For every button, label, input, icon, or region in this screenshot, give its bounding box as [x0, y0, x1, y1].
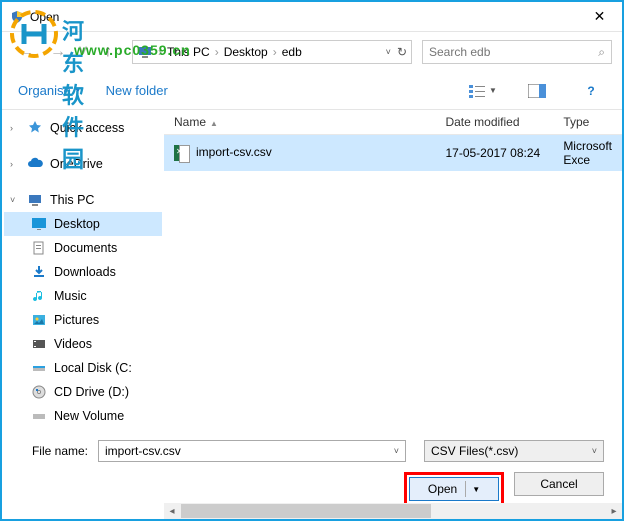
new-folder-button[interactable]: New folder [106, 83, 168, 98]
file-row[interactable]: import-csv.csv 17-05-2017 08:24 Microsof… [164, 135, 622, 172]
filetype-combobox[interactable]: CSV Files(*.csv) ˅ [424, 440, 604, 462]
help-button[interactable]: ? [576, 80, 606, 102]
pc-icon [137, 44, 153, 60]
breadcrumb-edb[interactable]: edb [282, 45, 302, 59]
tree-thispc[interactable]: ˅ This PC [4, 188, 162, 212]
file-type: Microsoft Exce [553, 135, 622, 172]
cloud-icon [26, 156, 44, 172]
scroll-right-icon[interactable]: ▸ [606, 506, 622, 517]
tree-videos[interactable]: Videos [4, 332, 162, 356]
cd-icon [30, 384, 48, 400]
breadcrumb-dropdown[interactable]: ˅ [386, 47, 391, 57]
filename-value: import-csv.csv [105, 444, 181, 458]
file-name: import-csv.csv [196, 145, 272, 159]
preview-pane-button[interactable] [522, 80, 552, 102]
close-button[interactable]: ✕ [577, 2, 622, 32]
chevron-right-icon[interactable]: › [10, 159, 13, 169]
refresh-button[interactable]: ↻ [397, 45, 407, 59]
toolbar: Organise▼ New folder ▼ ? [2, 72, 622, 110]
navbar: ← → ˅ ↑ › This PC › Desktop › edb ˅ ↻ ⌕ [2, 32, 622, 72]
tree-music[interactable]: Music [4, 284, 162, 308]
horizontal-scrollbar[interactable]: ◂ ▸ [164, 503, 622, 519]
chevron-down-icon[interactable]: ˅ [394, 446, 399, 456]
chevron-right-icon[interactable]: › [10, 123, 13, 133]
drive-icon [30, 360, 48, 376]
col-date[interactable]: Date modified [435, 110, 553, 135]
drive-icon [30, 408, 48, 424]
window-title: Open [30, 10, 577, 24]
chevron-right-icon: › [158, 45, 162, 59]
excel-file-icon [174, 145, 190, 161]
breadcrumb[interactable]: › This PC › Desktop › edb ˅ ↻ [132, 40, 412, 64]
file-list[interactable]: Name Date modified Type import-csv.csv 1… [164, 110, 622, 430]
preview-icon [528, 84, 546, 98]
tree-localc[interactable]: Local Disk (C: [4, 356, 162, 380]
main-area: › Quick access › OneDrive ˅ This PC Desk… [2, 110, 622, 430]
videos-icon [30, 336, 48, 352]
nav-tree[interactable]: › Quick access › OneDrive ˅ This PC Desk… [2, 110, 164, 430]
downloads-icon [30, 264, 48, 280]
tree-downloads[interactable]: Downloads [4, 260, 162, 284]
col-name[interactable]: Name [164, 110, 435, 135]
tree-quick-access[interactable]: › Quick access [4, 116, 162, 140]
tree-newvol[interactable]: New Volume [4, 404, 162, 428]
search-input[interactable] [429, 45, 598, 59]
col-type[interactable]: Type [553, 110, 622, 135]
documents-icon [30, 240, 48, 256]
filename-label: File name: [20, 444, 88, 458]
pc-icon [26, 192, 44, 208]
filetype-value: CSV Files(*.csv) [431, 444, 518, 458]
titlebar: Open ✕ [2, 2, 622, 32]
breadcrumb-thispc[interactable]: This PC [167, 45, 210, 59]
view-options[interactable]: ▼ [468, 80, 498, 102]
open-button[interactable]: Open ▼ [409, 477, 499, 501]
search-icon[interactable]: ⌕ [598, 45, 605, 60]
music-icon [30, 288, 48, 304]
tree-onedrive[interactable]: › OneDrive [4, 152, 162, 176]
tree-pictures[interactable]: Pictures [4, 308, 162, 332]
chevron-right-icon: › [215, 45, 219, 59]
split-caret-icon[interactable]: ▼ [465, 481, 480, 497]
chevron-right-icon: › [273, 45, 277, 59]
highlight-box: Open ▼ [404, 472, 504, 506]
tree-cddrive[interactable]: CD Drive (D:) [4, 380, 162, 404]
cancel-button[interactable]: Cancel [514, 472, 604, 496]
tree-documents[interactable]: Documents [4, 236, 162, 260]
star-icon [26, 120, 44, 136]
list-view-icon [469, 84, 487, 98]
back-button[interactable]: ← [12, 40, 40, 64]
file-date: 17-05-2017 08:24 [435, 135, 553, 172]
breadcrumb-desktop[interactable]: Desktop [224, 45, 268, 59]
recent-dropdown[interactable]: ˅ [76, 40, 90, 64]
chevron-down-icon[interactable]: ˅ [10, 195, 15, 205]
pictures-icon [30, 312, 48, 328]
scroll-left-icon[interactable]: ◂ [164, 506, 180, 517]
column-headers[interactable]: Name Date modified Type [164, 110, 622, 135]
tree-desktop[interactable]: Desktop [4, 212, 162, 236]
chevron-down-icon[interactable]: ˅ [592, 446, 597, 456]
forward-button: → [44, 40, 72, 64]
scroll-thumb[interactable] [181, 504, 431, 518]
search-box[interactable]: ⌕ [422, 40, 612, 64]
organise-menu[interactable]: Organise▼ [18, 83, 82, 98]
shield-icon [10, 10, 24, 24]
up-button[interactable]: ↑ [94, 40, 122, 64]
desktop-icon [30, 216, 48, 232]
filename-combobox[interactable]: import-csv.csv ˅ [98, 440, 406, 462]
